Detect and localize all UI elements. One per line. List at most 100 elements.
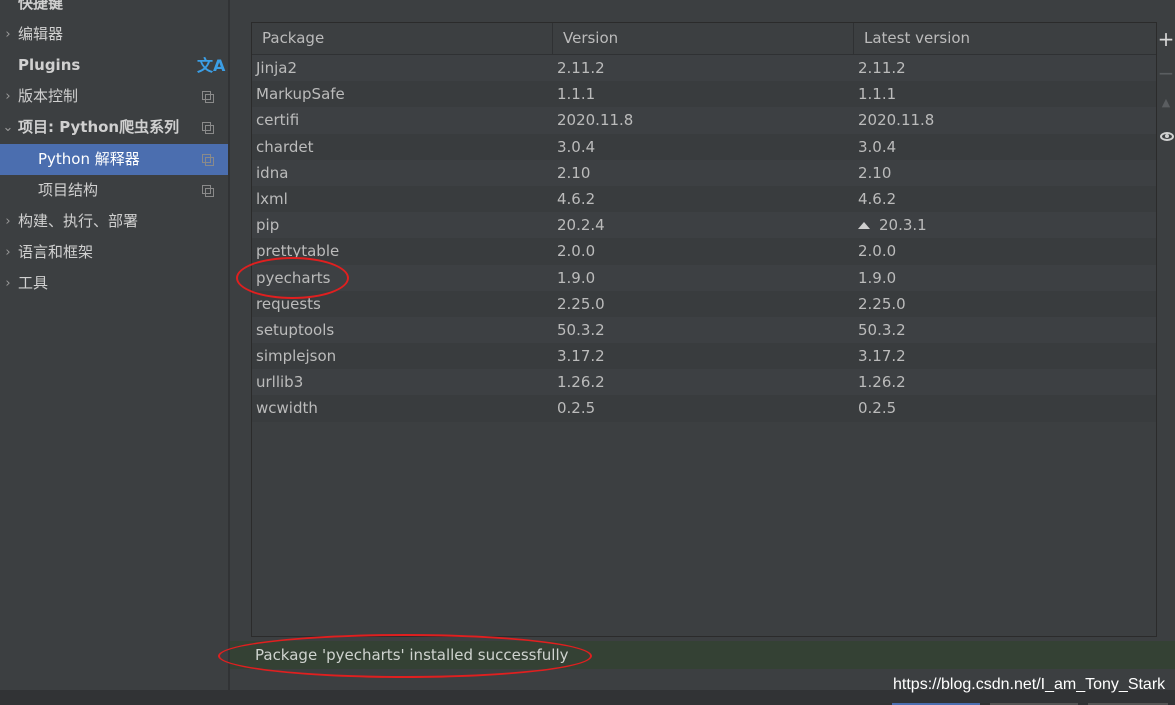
status-bar: Package 'pyecharts' installed successful… [230,641,1175,669]
chevron-down-icon: ⌄ [2,120,14,135]
package-name: idna [256,163,289,182]
column-header-latest-version[interactable]: Latest version [854,23,1156,54]
package-version: 4.6.2 [557,189,596,208]
package-version: 2.10 [557,163,591,182]
table-row[interactable]: pip 20.2.4 20.3.1 [252,212,1156,239]
column-header-package[interactable]: Package [252,23,553,54]
package-version: 0.2.5 [557,399,596,418]
sidebar-divider [228,0,230,690]
package-latest-version: 2.0.0 [858,242,897,261]
sidebar-item-label: 工具 [18,274,49,292]
sidebar-item-build[interactable]: › 构建、执行、部署 [0,206,228,237]
package-version: 20.2.4 [557,216,605,235]
settings-sidebar: 快捷键 › 编辑器 Plugins 文A › 版本控制 ⌄ 项目: Python… [0,0,228,690]
package-name: wcwidth [256,399,318,418]
status-message: Package 'pyecharts' installed successful… [255,646,569,664]
package-name: MarkupSafe [256,85,345,104]
table-row[interactable]: idna 2.10 2.10 [252,159,1156,186]
package-version: 2.11.2 [557,59,605,77]
chevron-right-icon: › [5,89,11,104]
sidebar-item-tools[interactable]: › 工具 [0,268,228,299]
sidebar-item-label: 快捷键 [18,0,64,12]
sidebar-item-editor[interactable]: › 编辑器 [0,19,228,50]
add-package-button[interactable]: + [1157,28,1175,50]
chevron-right-icon: › [5,245,11,260]
package-latest-version-upgradable: 20.3.1 [858,212,927,238]
table-row[interactable]: MarkupSafe 1.1.1 1.1.1 [252,81,1156,108]
upgrade-available-icon [858,222,870,230]
project-scope-icon [202,185,214,197]
sidebar-item-label: Plugins [18,56,81,74]
package-version: 3.0.4 [557,137,596,156]
sidebar-item-languages[interactable]: › 语言和框架 [0,237,228,268]
table-row[interactable]: Jinja2 2.11.2 2.11.2 [252,55,1156,82]
table-row[interactable]: wcwidth 0.2.5 0.2.5 [252,395,1156,422]
package-name: simplejson [256,347,337,366]
package-name: lxml [256,189,288,208]
package-latest-version: 4.6.2 [858,189,897,208]
sidebar-item-version-control[interactable]: › 版本控制 [0,81,228,112]
package-name: urllib3 [256,373,304,392]
table-row[interactable]: prettytable 2.0.0 2.0.0 [252,238,1156,265]
package-name: prettytable [256,242,340,261]
package-name: requests [256,294,321,313]
package-version: 2.25.0 [557,294,605,313]
table-row[interactable]: lxml 4.6.2 4.6.2 [252,185,1156,213]
sidebar-item-label: 语言和框架 [18,243,94,261]
sidebar-item-project-structure[interactable]: 项目结构 [0,175,228,206]
project-scope-icon [202,154,214,166]
uninstall-package-button[interactable]: − [1157,62,1175,84]
latest-version-label: 20.3.1 [879,216,927,235]
package-latest-version: 2.25.0 [858,294,906,313]
project-scope-icon [202,91,214,103]
table-row[interactable]: requests 2.25.0 2.25.0 [252,290,1156,317]
sidebar-item-project[interactable]: ⌄ 项目: Python爬虫系列 [0,112,228,143]
package-version: 2020.11.8 [557,111,634,130]
package-version: 1.9.0 [557,268,596,287]
sidebar-item-label: 项目结构 [38,181,99,199]
package-name: Jinja2 [256,59,298,77]
package-name: certifi [256,111,300,130]
table-row[interactable]: simplejson 3.17.2 3.17.2 [252,343,1156,370]
package-version: 3.17.2 [557,347,605,366]
table-row[interactable]: setuptools 50.3.2 50.3.2 [252,316,1156,344]
packages-table: Package Version Latest version Jinja2 2.1… [251,22,1157,637]
project-scope-icon [202,122,214,134]
sidebar-item-label: 构建、执行、部署 [18,212,139,230]
package-latest-version: 3.0.4 [858,137,897,156]
table-row[interactable]: certifi 2020.11.8 2020.11.8 [252,107,1156,134]
sidebar-item-plugins[interactable]: Plugins 文A [0,50,228,81]
chevron-right-icon: › [5,214,11,229]
eye-icon[interactable] [1160,132,1174,141]
table-header: Package Version Latest version [252,23,1156,55]
sidebar-item-keymap[interactable]: 快捷键 [0,0,228,19]
sidebar-item-label: 版本控制 [18,87,79,105]
table-row[interactable]: pyecharts 1.9.0 1.9.0 [252,264,1156,291]
sidebar-item-python-interpreter[interactable]: Python 解释器 [0,144,228,175]
package-latest-version: 2.11.2 [858,59,906,77]
package-latest-version: 2.10 [858,163,892,182]
column-header-version[interactable]: Version [553,23,854,54]
package-latest-version: 1.9.0 [858,268,897,287]
package-name: pyecharts [256,268,331,287]
package-name: chardet [256,137,314,156]
table-row[interactable]: chardet 3.0.4 3.0.4 [252,133,1156,160]
sidebar-item-label: 编辑器 [18,25,64,43]
package-latest-version: 3.17.2 [858,347,906,366]
upgrade-package-button[interactable]: ▲ [1157,92,1175,114]
package-name: setuptools [256,320,335,339]
table-body: Jinja2 2.11.2 2.11.2 MarkupSafe 1.1.1 1.1.1 … [252,55,1156,422]
watermark-text: https://blog.csdn.net/I_am_Tony_Stark [893,676,1166,693]
chevron-right-icon: › [5,27,11,42]
package-version: 2.0.0 [557,242,596,261]
package-latest-version: 0.2.5 [858,399,897,418]
package-version: 1.26.2 [557,373,605,392]
package-latest-version: 1.1.1 [858,85,897,104]
sidebar-item-label: 项目: Python爬虫系列 [18,118,180,136]
package-version: 50.3.2 [557,320,605,339]
package-version: 1.1.1 [557,85,596,104]
package-toolbar: + − ▲ [1157,22,1175,162]
translate-icon: 文A [197,56,226,75]
package-latest-version: 2020.11.8 [858,111,935,130]
table-row[interactable]: urllib3 1.26.2 1.26.2 [252,369,1156,396]
